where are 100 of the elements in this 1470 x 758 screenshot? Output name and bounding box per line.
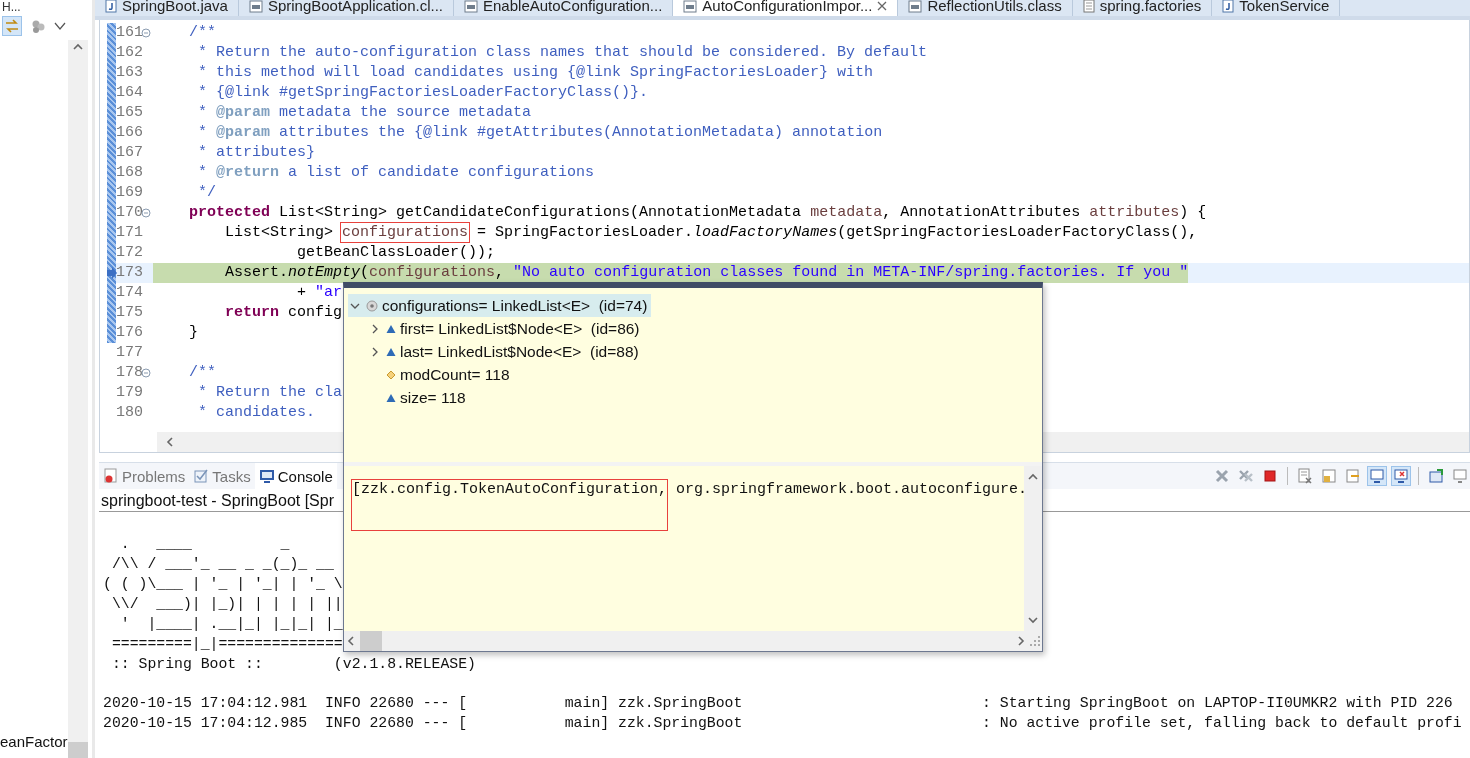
class-file-icon <box>248 0 263 13</box>
line-number: 163 <box>116 63 140 83</box>
link-arrows-icon[interactable] <box>4 18 20 34</box>
line-number: 162 <box>116 43 140 63</box>
line-number: 173 <box>116 263 140 283</box>
code-line: * attributes} <box>197 143 316 163</box>
line-number: 176 <box>116 323 140 343</box>
tree-item[interactable]: last= LinkedList$Node<E> (id=88) <box>368 340 643 363</box>
class-file-icon <box>464 0 478 13</box>
line-number: 178 <box>116 363 140 383</box>
resize-grip-icon[interactable] <box>1028 634 1042 648</box>
line-number: 180 <box>116 403 140 423</box>
code-line: protected List<String> getCandidateConfigurations(AnnotationMetadata metadata, AnnotationAttributes attributes) { <box>188 203 1207 223</box>
remove-icon[interactable] <box>1214 468 1230 484</box>
editor-tab[interactable]: spring.factories <box>1072 0 1213 16</box>
scroll-thumb[interactable] <box>68 742 88 758</box>
tree-item[interactable]: eanFactor <box>0 733 68 750</box>
clear-console-icon[interactable] <box>1297 468 1313 484</box>
code-line: * Return the auto-configuration class names that should be considered. By default <box>197 43 928 63</box>
banner-line: /\\ / ___'_ __ _ _(_)_ __ <box>110 555 334 574</box>
scroll-thumb[interactable] <box>360 631 382 651</box>
code-line: return config <box>224 303 343 323</box>
collapsed-chevron-icon[interactable] <box>372 346 378 357</box>
editor-tab[interactable]: EnableAutoConfiguration... <box>454 0 674 16</box>
code-line: /** <box>188 23 216 43</box>
editor-tab[interactable]: SpringBoot.java <box>95 0 239 16</box>
triangle-icon <box>386 323 396 334</box>
banner-line: . ____ _ <box>119 535 290 554</box>
console-icon <box>258 468 275 484</box>
class-file-icon <box>683 0 698 13</box>
code-line: * {@link #getSpringFactoriesLoaderFactoryClass()}. <box>197 83 649 103</box>
code-line: * Return the cla <box>197 383 343 403</box>
code-line: * @param metadata the source metadata <box>197 103 532 123</box>
tree-item[interactable]: first= LinkedList$Node<E> (id=86) <box>368 317 644 340</box>
code-line: * @param attributes the {@link #getAttributes(AnnotationMetadata) annotation <box>197 123 883 143</box>
line-number: 175 <box>116 303 140 323</box>
view-tab[interactable]: Problems <box>99 463 190 489</box>
line-number: 179 <box>116 383 140 403</box>
tree-item[interactable]: modCount= 118 <box>368 363 514 386</box>
monitor-error-icon[interactable] <box>1393 468 1409 484</box>
banner-line: ' |____| .__|_| |_|_| |_ <box>119 615 343 634</box>
line-number: 169 <box>116 183 140 203</box>
code-line: /** <box>188 363 216 383</box>
java-file-icon <box>105 0 117 13</box>
text-file-icon <box>1082 0 1095 13</box>
fold-icon[interactable] <box>141 208 151 218</box>
line-number: 177 <box>116 343 140 363</box>
line-number: 165 <box>116 103 140 123</box>
banner-line: ( ( )\___ | '_ | '_| | '_ \ <box>103 575 343 594</box>
horizontal-scrollbar[interactable] <box>344 631 1042 651</box>
variable-label: last= LinkedList$Node<E> (id=88) <box>400 342 639 361</box>
variable-icon <box>366 299 378 312</box>
view-tab[interactable]: Console <box>254 463 337 489</box>
log-line: 2020-10-15 17:04:12.981 INFO 22680 --- [ main] zzk.SpringBoot : Starting SpringBoot on LAPTOP-II0UMKR2 with PID 226 <box>103 694 1453 713</box>
editor-tab[interactable]: ReflectionUtils.class <box>898 0 1073 16</box>
instruction-pointer-icon <box>107 267 117 279</box>
monitor-icon[interactable] <box>1369 468 1385 484</box>
tasks-icon <box>193 468 210 484</box>
view-title: H... <box>1 0 21 14</box>
fold-icon[interactable] <box>141 28 151 38</box>
class-file-icon <box>908 0 923 13</box>
fold-icon[interactable] <box>141 368 151 378</box>
variable-label: first= LinkedList$Node<E> (id=86) <box>400 319 640 338</box>
editor-tab[interactable]: TokenService <box>1212 0 1341 16</box>
line-number: 172 <box>116 243 140 263</box>
diamond-icon <box>386 369 396 380</box>
log-line: 2020-10-15 17:04:12.985 INFO 22680 --- [ main] zzk.SpringBoot : No active profile set, falling back to default profi <box>103 714 1462 733</box>
line-number: 166 <box>116 123 140 143</box>
stop-icon[interactable] <box>1262 468 1278 484</box>
problems-icon <box>103 468 119 484</box>
tree-item[interactable]: size= 118 <box>368 386 470 409</box>
view-tab[interactable]: Tasks <box>189 463 255 489</box>
code-line: + "ar <box>296 283 343 303</box>
code-line: getBeanClassLoader()); <box>296 243 496 263</box>
code-line: } <box>188 323 198 343</box>
code-line: * @return a list of candidate configurations <box>197 163 595 183</box>
code-line: * this method will load candidates using {@link SpringFactoriesLoader} with <box>197 63 874 83</box>
close-icon[interactable] <box>877 0 888 11</box>
banner-line: \\/ ___)| |_)| | | | | || <box>110 595 343 614</box>
expanded-chevron-icon[interactable] <box>350 302 360 309</box>
remove-all-icon[interactable] <box>1238 468 1254 484</box>
scroll-lock-icon[interactable] <box>1321 468 1337 484</box>
editor-tab[interactable]: SpringBootApplication.cl... <box>238 0 454 16</box>
code-line: */ <box>197 183 216 203</box>
scrollbar[interactable] <box>68 40 88 758</box>
code-line: * candidates. <box>197 403 316 423</box>
word-wrap-icon[interactable] <box>1345 468 1361 484</box>
editor-tab[interactable]: AutoConfigurationImpor... <box>673 0 899 16</box>
collapsed-chevron-icon[interactable] <box>372 323 378 334</box>
dropdown-icon[interactable] <box>54 20 66 32</box>
triangle-icon <box>386 346 396 357</box>
display-icon[interactable] <box>1452 468 1468 484</box>
triangle-icon <box>386 392 396 403</box>
banner-line: =========|_|============== <box>110 635 343 654</box>
beans-icon[interactable] <box>30 18 46 34</box>
tree-item[interactable]: configurations= LinkedList<E> (id=74) <box>348 294 652 317</box>
banner-line: :: Spring Boot :: (v2.1.8.RELEASE) <box>110 655 476 674</box>
pin-console-icon[interactable] <box>1428 468 1444 484</box>
line-number: 168 <box>116 163 140 183</box>
variable-label: size= 118 <box>400 388 466 407</box>
